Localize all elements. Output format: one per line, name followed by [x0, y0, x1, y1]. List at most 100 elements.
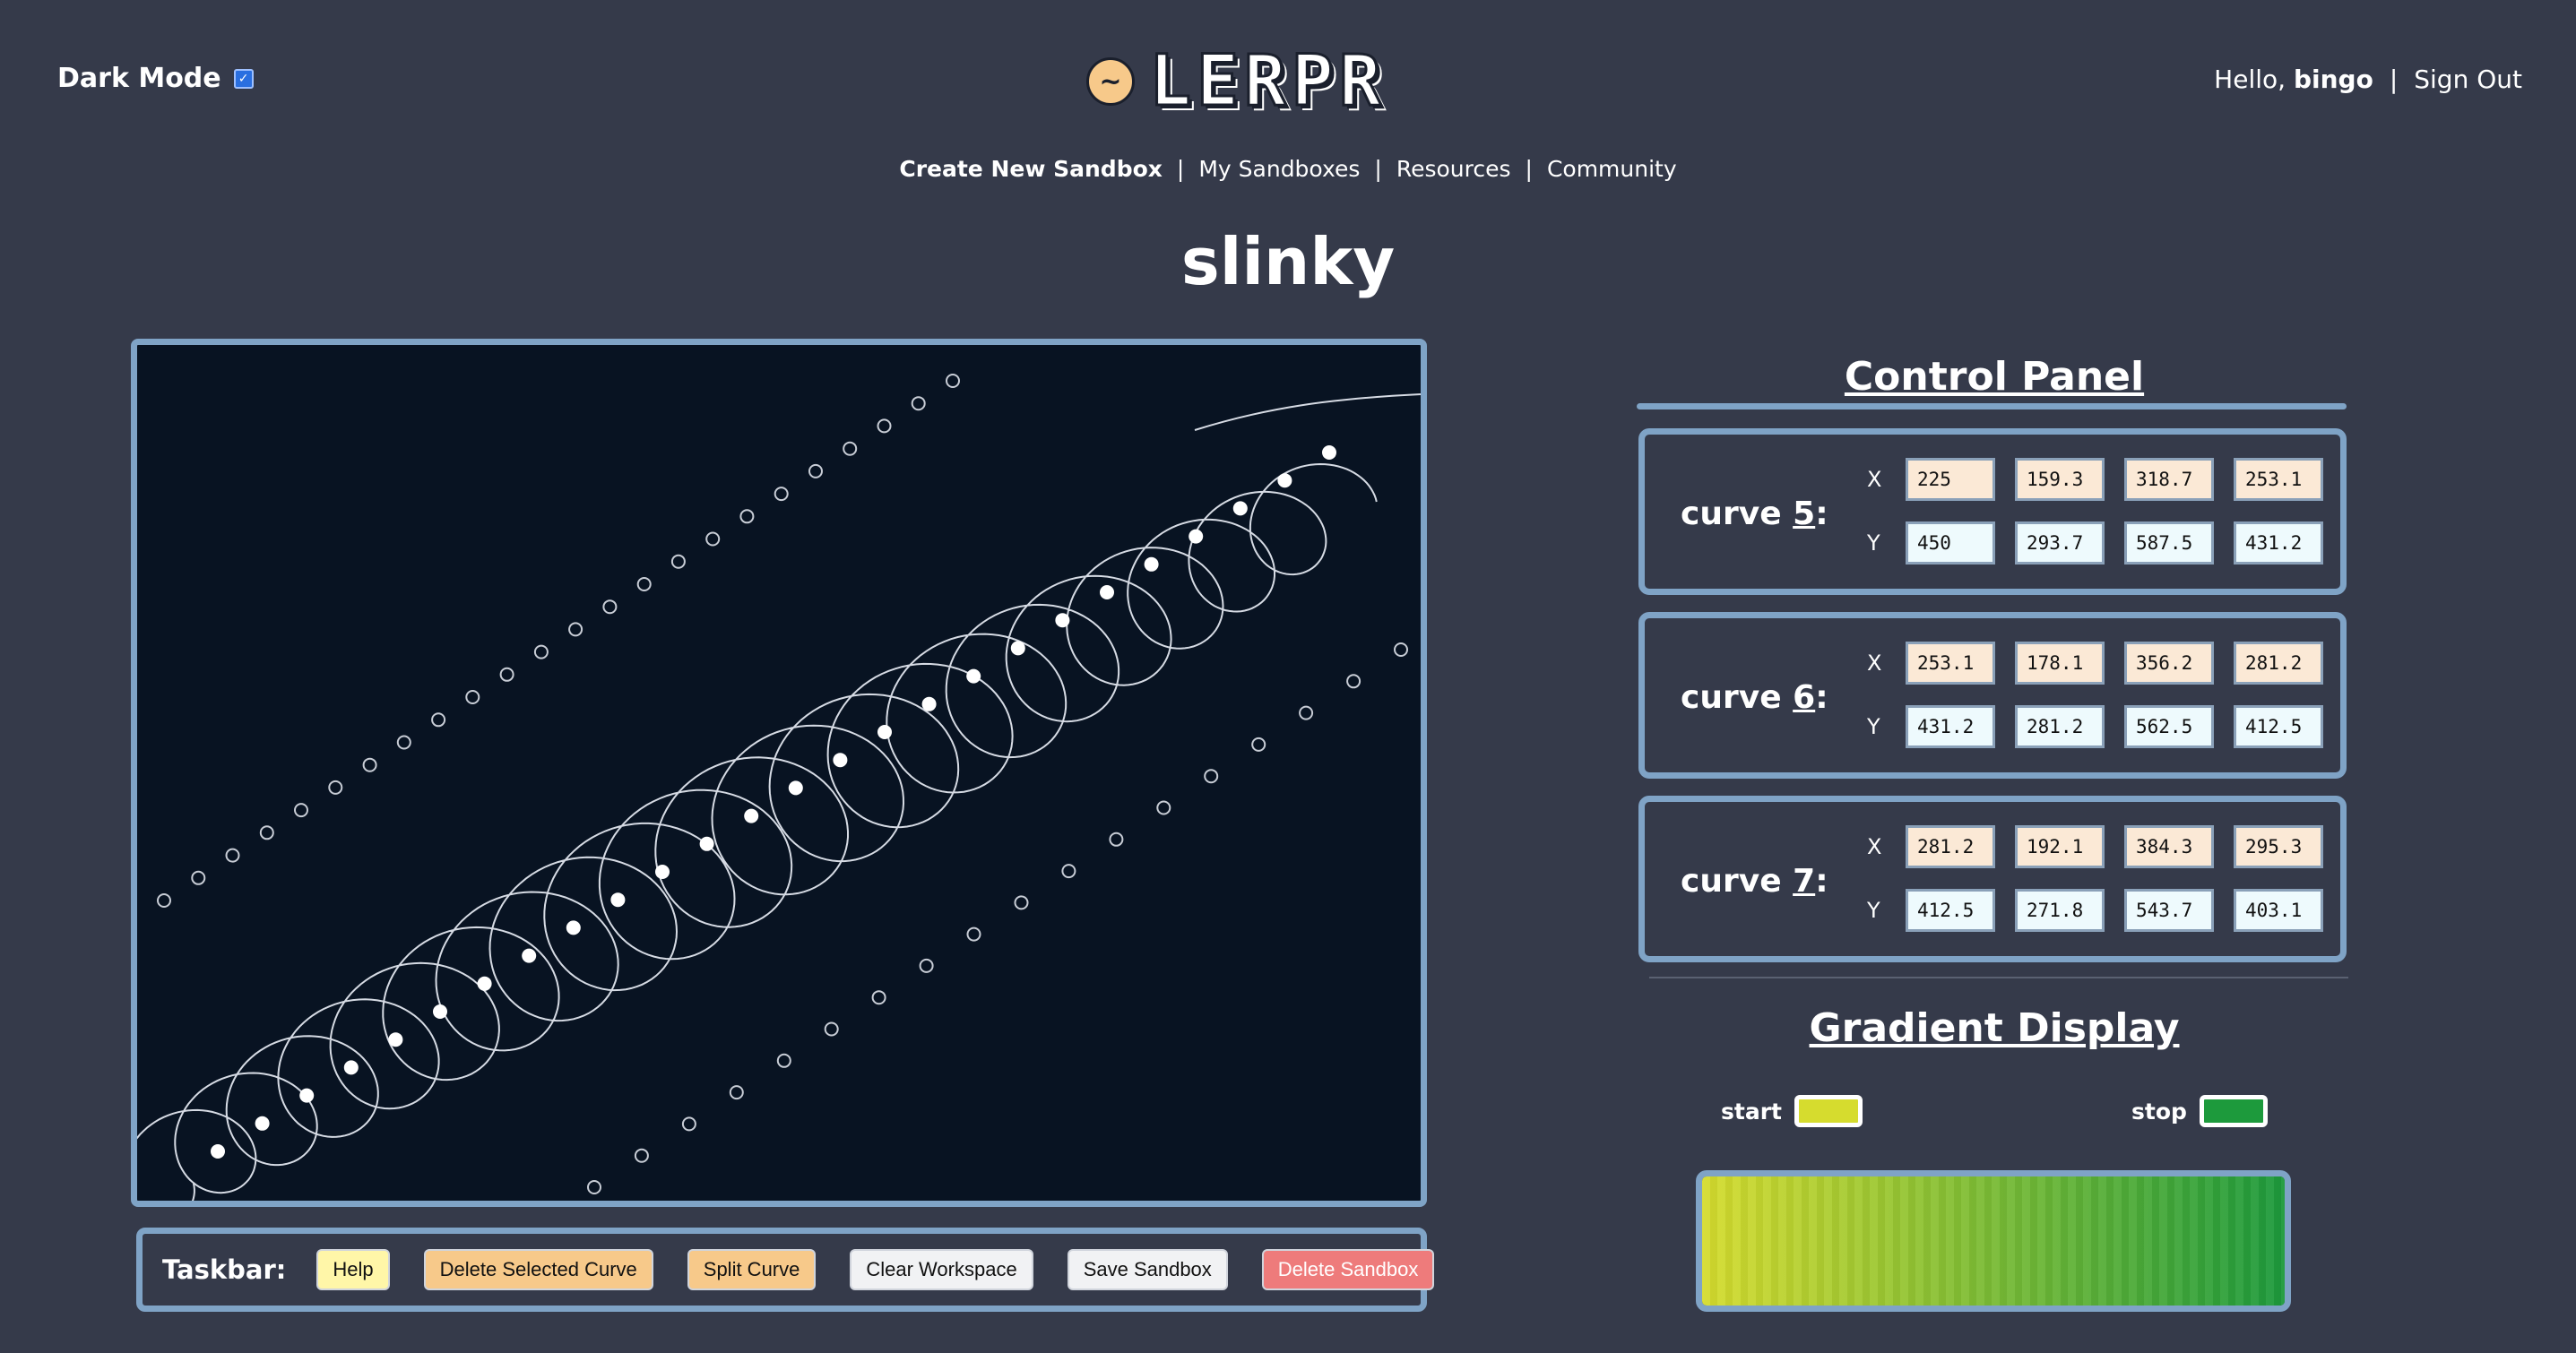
x-input[interactable]: 318.7 [2124, 458, 2214, 501]
handle-point [1299, 705, 1314, 720]
greeting: Hello, bingo [2214, 65, 2373, 94]
curve-label: curve 5: [1681, 496, 1828, 532]
control-point [522, 948, 537, 963]
curve-drawing[interactable] [137, 345, 1421, 1201]
help-button[interactable]: Help [316, 1249, 390, 1290]
handle-point [362, 757, 377, 772]
nav-separator: | [1374, 156, 1382, 182]
x-input[interactable]: 281.2 [2234, 642, 2323, 685]
y-input[interactable]: 587.5 [2124, 521, 2214, 564]
x-input[interactable]: 384.3 [2124, 825, 2214, 868]
control-point [343, 1060, 359, 1075]
dark-mode-toggle[interactable]: Dark Mode ✓ [57, 63, 254, 94]
control-point [1322, 445, 1336, 460]
handle-point [1346, 674, 1361, 689]
y-input[interactable]: 562.5 [2124, 705, 2214, 748]
x-input[interactable]: 281.2 [1906, 825, 1995, 868]
start-label: start [1721, 1098, 1782, 1125]
control-point [877, 725, 892, 739]
save-sandbox-button[interactable]: Save Sandbox [1067, 1249, 1228, 1290]
nav-create-new-sandbox[interactable]: Create New Sandbox [899, 156, 1163, 182]
dark-mode-label: Dark Mode [57, 63, 221, 94]
y-input[interactable]: 271.8 [2015, 889, 2105, 932]
stop-color-swatch[interactable] [2199, 1095, 2268, 1127]
handle-point [911, 396, 926, 411]
control-point [921, 696, 937, 711]
control-point [477, 976, 492, 991]
y-input[interactable]: 431.2 [2234, 521, 2323, 564]
nav-separator: | [1525, 156, 1533, 182]
gradient-divider [1649, 977, 2348, 978]
control-panel-divider [1637, 403, 2347, 409]
nav-my-sandboxes[interactable]: My Sandboxes [1198, 156, 1360, 182]
clear-workspace-button[interactable]: Clear Workspace [850, 1249, 1033, 1290]
control-point [833, 753, 848, 768]
nav-resources[interactable]: Resources [1396, 156, 1511, 182]
x-input[interactable]: 253.1 [2234, 458, 2323, 501]
split-curve-button[interactable]: Split Curve [687, 1249, 817, 1290]
handle-point [1014, 895, 1029, 910]
handle-point [1394, 642, 1408, 657]
drawing-canvas[interactable] [131, 339, 1427, 1207]
x-input[interactable]: 192.1 [2015, 825, 2105, 868]
stop-label: stop [2131, 1098, 2187, 1125]
curve-tail [1194, 393, 1421, 431]
stop-color-picker: stop [2131, 1095, 2268, 1127]
nav-community[interactable]: Community [1547, 156, 1677, 182]
sandbox-title: slinky [1180, 224, 1396, 299]
handle-point [328, 780, 343, 795]
control-point [211, 1144, 225, 1159]
curve-card: curve 7: X Y 281.2 192.1 384.3 295.3 412… [1638, 796, 2347, 962]
control-point [1055, 613, 1070, 628]
control-point [1189, 529, 1204, 544]
x-input[interactable]: 159.3 [2015, 458, 2105, 501]
handle-point [259, 825, 274, 840]
sign-out-link[interactable]: Sign Out [2414, 65, 2522, 94]
handle-point [634, 1148, 649, 1163]
control-point [1144, 556, 1159, 572]
logo-text: LERPR [1148, 41, 1387, 122]
y-axis-label: Y [1867, 714, 1880, 739]
handle-point [877, 418, 892, 434]
handle-point [568, 622, 583, 637]
x-input[interactable]: 253.1 [1906, 642, 1995, 685]
delete-sandbox-button[interactable]: Delete Sandbox [1261, 1249, 1435, 1290]
x-input[interactable]: 356.2 [2124, 642, 2214, 685]
start-color-swatch[interactable] [1794, 1095, 1863, 1127]
curve-label: curve 6: [1681, 679, 1828, 716]
y-input[interactable]: 403.1 [2234, 889, 2323, 932]
dark-mode-checkbox[interactable]: ✓ [233, 68, 254, 89]
handle-point [294, 803, 308, 818]
control-point [1100, 585, 1114, 599]
control-point [655, 865, 670, 879]
username: bingo [2293, 65, 2373, 94]
handle-point [1109, 832, 1124, 847]
handle-point [225, 848, 240, 863]
start-color-picker: start [1721, 1095, 1863, 1127]
delete-selected-curve-button[interactable]: Delete Selected Curve [423, 1249, 653, 1290]
curve-card: curve 5: X Y 225 159.3 318.7 253.1 450 2… [1638, 428, 2347, 595]
handle-point [465, 690, 480, 704]
x-input[interactable]: 295.3 [2234, 825, 2323, 868]
y-input[interactable]: 543.7 [2124, 889, 2214, 932]
x-input[interactable]: 225 [1906, 458, 1995, 501]
control-point [699, 836, 714, 851]
y-input[interactable]: 450 [1906, 521, 1995, 564]
y-input[interactable]: 431.2 [1906, 705, 1995, 748]
taskbar: Taskbar: Help Delete Selected Curve Spli… [136, 1228, 1435, 1312]
y-input[interactable]: 412.5 [2234, 705, 2323, 748]
control-point [1277, 473, 1292, 488]
control-point [610, 892, 626, 908]
app-logo[interactable]: ~ LERPR [1086, 41, 1387, 122]
curve-card: curve 6: X Y 253.1 178.1 356.2 281.2 431… [1638, 612, 2347, 779]
y-input[interactable]: 293.7 [2015, 521, 2105, 564]
handle-point [843, 441, 858, 456]
control-point [255, 1116, 270, 1131]
handle-point [396, 735, 411, 750]
control-point [966, 668, 981, 684]
handle-point [1251, 737, 1266, 752]
y-input[interactable]: 281.2 [2015, 705, 2105, 748]
x-axis-label: X [1867, 834, 1882, 859]
x-input[interactable]: 178.1 [2015, 642, 2105, 685]
y-input[interactable]: 412.5 [1906, 889, 1995, 932]
